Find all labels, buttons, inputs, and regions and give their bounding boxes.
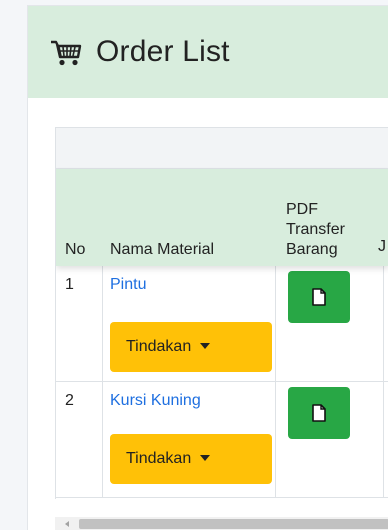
shopping-cart-icon: [51, 40, 82, 66]
column-header-pdf-line1: PDF: [286, 201, 318, 218]
tindakan-label: Tindakan: [126, 338, 192, 355]
table-row: 1 Pintu Tindakan: [56, 266, 388, 382]
cell-divider: [383, 382, 384, 497]
column-header-no: No: [65, 241, 86, 258]
cell-divider: [102, 382, 103, 497]
horizontal-scrollbar[interactable]: [55, 517, 388, 530]
column-header-pdf-line3: Barang: [286, 241, 338, 258]
page-title: Order List: [96, 35, 230, 68]
order-list-card: Order List No Nama Material PDF Transfer…: [27, 5, 388, 530]
column-header-nama-material: Nama Material: [110, 241, 215, 258]
cell-divider: [275, 266, 276, 381]
cell-divider: [102, 266, 103, 381]
column-header-pdf-line2: Transfer: [286, 221, 345, 238]
pdf-transfer-barang-button[interactable]: [288, 387, 350, 439]
pdf-transfer-barang-button[interactable]: [288, 271, 350, 323]
card-header: Order List: [28, 6, 388, 98]
table-row: 2 Kursi Kuning Tindakan: [56, 382, 388, 498]
cell-divider: [383, 266, 384, 381]
scrollbar-thumb[interactable]: [79, 519, 388, 529]
column-header-partial: J: [378, 238, 386, 255]
table-header: No Nama Material PDF Transfer Barang J: [56, 169, 388, 266]
material-link-pintu[interactable]: Pintu: [110, 276, 146, 294]
scroll-left-arrow-icon[interactable]: [65, 521, 69, 527]
row-number: 2: [65, 392, 74, 409]
tindakan-dropdown-button[interactable]: Tindakan: [110, 434, 272, 484]
material-link-kursi-kuning[interactable]: Kursi Kuning: [110, 392, 201, 410]
page: Order List No Nama Material PDF Transfer…: [0, 0, 388, 530]
tindakan-label: Tindakan: [126, 450, 192, 467]
tindakan-dropdown-button[interactable]: Tindakan: [110, 322, 272, 372]
row-number: 1: [65, 276, 74, 293]
document-icon: [312, 288, 326, 306]
column-header-pdf-transfer-barang: PDF Transfer Barang: [286, 200, 345, 260]
cell-divider: [275, 382, 276, 497]
document-icon: [312, 404, 326, 422]
caret-down-icon: [200, 343, 211, 349]
table-top-row: [56, 128, 388, 169]
order-table: No Nama Material PDF Transfer Barang J 1…: [55, 127, 388, 499]
caret-down-icon: [200, 455, 211, 461]
